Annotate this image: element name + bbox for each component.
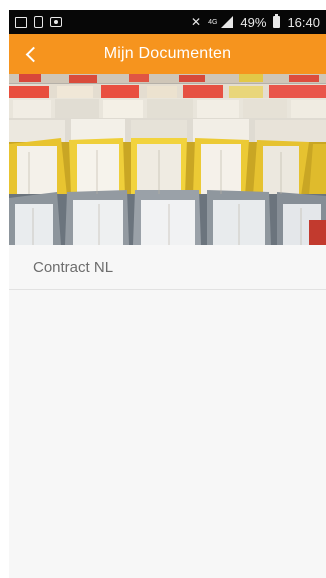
network-type: 4G xyxy=(208,18,218,26)
archive-folders-image xyxy=(9,74,326,245)
list-item[interactable]: Contract NL xyxy=(9,245,326,290)
signal-icon xyxy=(221,16,234,28)
gallery-icon xyxy=(15,16,27,28)
document-list: Contract NL xyxy=(9,245,326,290)
page-title: Mijn Documenten xyxy=(103,45,232,62)
phone-notification-icon xyxy=(34,16,43,28)
back-button[interactable] xyxy=(19,42,43,66)
header-image xyxy=(9,74,326,245)
clock: 16:40 xyxy=(287,14,320,30)
status-bar: ✕ 4G 49% 16:40 xyxy=(9,10,326,34)
battery-icon xyxy=(273,14,281,28)
mute-icon: ✕ xyxy=(191,15,202,29)
document-label: Contract NL xyxy=(33,258,114,276)
camera-icon xyxy=(50,17,62,27)
chevron-left-icon xyxy=(25,46,41,62)
app-bar: Mijn Documenten xyxy=(9,34,326,74)
app-screen: ✕ 4G 49% 16:40 Mijn Documenten Contract … xyxy=(9,10,326,578)
battery-percent: 49% xyxy=(240,14,267,30)
status-icons-left xyxy=(15,16,62,28)
status-icons-right: ✕ 4G 49% 16:40 xyxy=(191,14,320,30)
